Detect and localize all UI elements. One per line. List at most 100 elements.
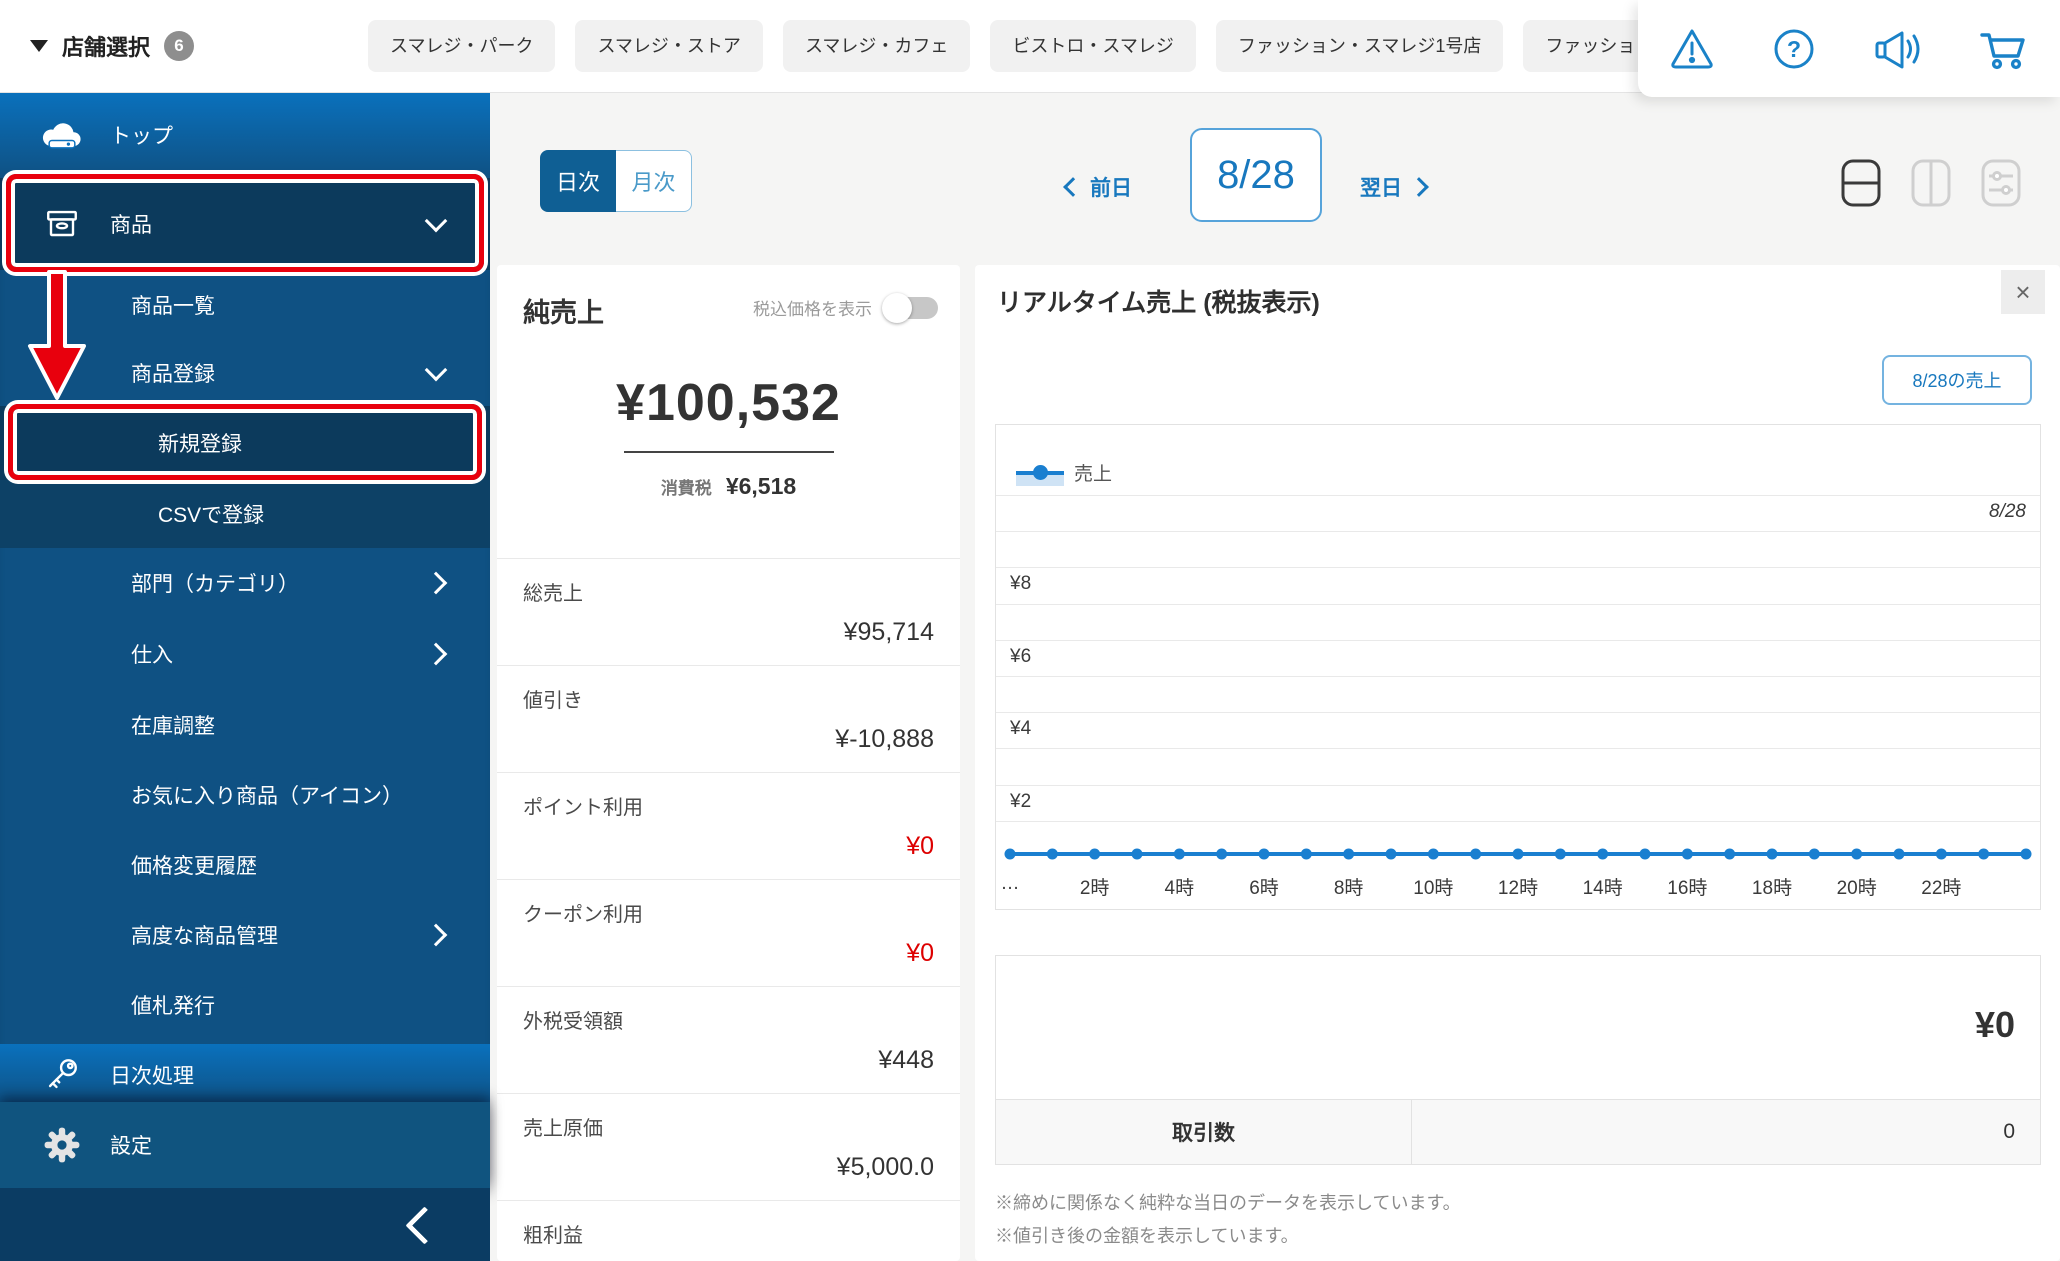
data-point: [1808, 848, 1820, 860]
stat-value: ¥0: [906, 832, 934, 860]
footnotes: ※締めに関係なく純粋な当日のデータを表示しています。 ※値引き後の金額を表示して…: [995, 1187, 1461, 1253]
data-point: [1681, 848, 1693, 860]
sidebar-item-favorites[interactable]: お気に入り商品（アイコン）: [0, 760, 490, 830]
sidebar-item-price-history[interactable]: 価格変更履歴: [0, 830, 490, 900]
data-point: [1978, 848, 1990, 860]
stat-label: ポイント利用: [523, 797, 643, 819]
sidebar-item-label: 商品登録: [131, 363, 215, 386]
data-point: [1089, 848, 1101, 860]
stat-row: 粗利益¥95,532.0: [497, 1201, 960, 1261]
stat-value: ¥-10,888: [835, 725, 934, 753]
sidebar-item-product-register[interactable]: 商品登録: [0, 342, 490, 404]
tab-monthly[interactable]: 月次: [616, 150, 692, 212]
layout-settings-icon[interactable]: [1980, 158, 2022, 208]
sidebar-item-label: お気に入り商品（アイコン）: [131, 785, 403, 808]
data-point: [1512, 848, 1524, 860]
data-point: [1427, 848, 1439, 860]
store-select-button[interactable]: 店舗選択 6: [30, 0, 195, 92]
chevron-right-icon: [424, 571, 448, 595]
store-count-badge: 6: [164, 31, 195, 61]
sidebar-item-label: 商品一覧: [131, 295, 215, 318]
data-point: [1258, 848, 1270, 860]
store-tab[interactable]: ファッション・: [1523, 20, 1648, 72]
sidebar-item-settings[interactable]: 設定: [0, 1102, 490, 1188]
transactions-row: 取引数 0: [996, 1099, 2040, 1164]
chevron-right-icon: [424, 923, 448, 947]
sidebar-item-top[interactable]: トップ: [0, 92, 490, 178]
stat-value: ¥0: [906, 939, 934, 967]
stat-row: 売上原価 ¥5,000.0: [497, 1094, 960, 1201]
close-icon[interactable]: ×: [2001, 270, 2045, 314]
key-icon: [48, 1059, 77, 1089]
store-tab[interactable]: スマレジ・パーク: [368, 20, 556, 72]
layout-horizontal-split-icon[interactable]: [1840, 158, 1882, 208]
sidebar-item-label: 日次処理: [110, 1065, 194, 1088]
store-tab[interactable]: スマレジ・ストア: [575, 20, 763, 72]
tax-label: 消費税: [660, 479, 712, 498]
x-axis-tick-label: 6時: [1249, 878, 1279, 899]
sidebar-item-label: 部門（カテゴリ）: [131, 573, 299, 596]
x-axis-tick-label: 12時: [1497, 878, 1539, 899]
sidebar-item-purchase[interactable]: 仕入: [0, 618, 490, 689]
transactions-label: 取引数: [996, 1100, 1412, 1164]
sidebar-item-products[interactable]: 商品: [0, 178, 490, 270]
sidebar-item-label: 高度な商品管理: [131, 925, 278, 948]
stat-row: ポイント利用 ¥0: [497, 773, 960, 880]
sidebar-item-label: 商品: [110, 214, 152, 237]
stat-row: クーポン利用 ¥0: [497, 880, 960, 987]
store-tab[interactable]: スマレジ・カフェ: [782, 20, 971, 72]
alert-icon[interactable]: [1668, 25, 1716, 73]
sidebar-item-product-list[interactable]: 商品一覧: [0, 274, 490, 336]
cloud-icon: [42, 123, 81, 149]
tax-toggle-label: 税込価格を表示: [753, 300, 872, 319]
footnote-line: ※締めに関係なく純粋な当日のデータを表示しています。: [995, 1193, 1461, 1213]
tab-daily[interactable]: 日次: [540, 150, 616, 212]
announcement-icon[interactable]: [1872, 25, 1924, 73]
tax-display-toggle[interactable]: [882, 292, 938, 323]
date-display[interactable]: 8/28: [1190, 128, 1322, 222]
cart-icon[interactable]: [1978, 25, 2030, 73]
sidebar-item-new-register[interactable]: 新規登録: [0, 406, 490, 480]
sidebar-item-label: 新規登録: [158, 433, 242, 456]
x-axis-tick-label: 16時: [1667, 878, 1708, 899]
top-bar: 店舗選択 6 スマレジ・パーク スマレジ・ストア スマレジ・カフェ ビストロ・スマレジ…: [0, 0, 2060, 97]
help-icon[interactable]: ?: [1770, 25, 1818, 73]
x-axis-tick-label: 4時: [1164, 878, 1195, 899]
sidebar-item-price-tag[interactable]: 値札発行: [0, 970, 490, 1040]
sidebar-item-label: 在庫調整: [131, 714, 215, 738]
sidebar-item-label: 設定: [110, 1135, 152, 1158]
toggle-knob: [882, 292, 912, 323]
footnote-line: ※値引き後の金額を表示しています。: [995, 1226, 1299, 1246]
x-axis-tick-label: 14時: [1582, 878, 1623, 899]
triangle-down-icon: [30, 40, 48, 52]
next-day-button[interactable]: 翌日: [1360, 172, 1429, 202]
x-axis-tick-label: 10時: [1413, 878, 1454, 899]
sidebar-item-category[interactable]: 部門（カテゴリ）: [0, 548, 490, 618]
transactions-value: 0: [2003, 1120, 2015, 1143]
layout-vertical-split-icon[interactable]: [1910, 158, 1952, 208]
stat-label: 外税受領額: [523, 1011, 623, 1033]
prev-day-label: 前日: [1090, 177, 1132, 200]
store-tabs: スマレジ・パーク スマレジ・ストア スマレジ・カフェ ビストロ・スマレジ ファッション・…: [368, 20, 1648, 72]
store-tab[interactable]: ビストロ・スマレジ: [990, 20, 1196, 72]
sidebar-item-label: CSVで登録: [158, 504, 265, 527]
tax-line: 消費税 ¥6,518: [497, 473, 960, 500]
store-tab[interactable]: ファッション・スマレジ1号店: [1215, 20, 1504, 72]
realtime-sales-card: リアルタイム売上 (税抜表示) × 8/28の売上 売上 8/28 ¥8 ¥6 ¥4…: [975, 265, 2060, 1261]
sales-chart: 売上 8/28 ¥8 ¥6 ¥4 ¥2… 2時 4時 6時 8時 10時 12時 14時 16時 18時…: [995, 424, 2041, 910]
net-sales-card: 純売上 税込価格を表示 ¥100,532 消費税 ¥6,518 総売上 ¥95,71…: [497, 265, 960, 1261]
date-sales-button[interactable]: 8/28の売上: [1882, 355, 2032, 405]
sidebar-collapse-button[interactable]: [405, 1206, 444, 1245]
stat-value: ¥5,000.0: [836, 1153, 934, 1181]
data-point: [1173, 848, 1185, 860]
x-axis-tick-label: 22時: [1921, 878, 1962, 899]
stat-label: 値引き: [523, 690, 583, 712]
sidebar-item-csv-register[interactable]: CSVで登録: [0, 480, 490, 548]
sidebar-item-stock-adjust[interactable]: 在庫調整: [0, 689, 490, 760]
topbar-icon-panel: ?: [1638, 0, 2060, 97]
amount-underline: [623, 451, 834, 453]
sidebar-item-daily-process[interactable]: 日次処理: [0, 1044, 490, 1106]
data-point: [1554, 848, 1566, 860]
prev-day-button[interactable]: 前日: [1063, 172, 1132, 202]
sidebar-item-advanced[interactable]: 高度な商品管理: [0, 900, 490, 970]
